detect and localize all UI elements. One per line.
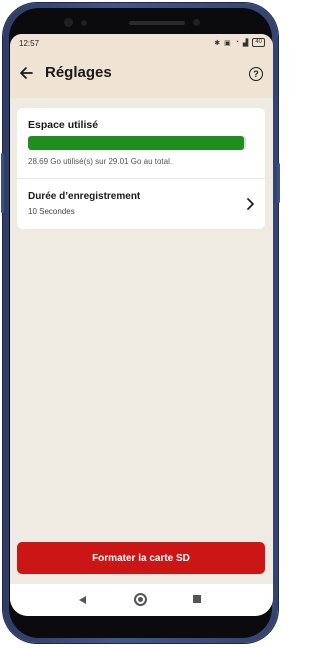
- nav-recent-icon[interactable]: [193, 595, 201, 603]
- status-time: 12:57: [19, 39, 40, 48]
- recording-duration-row[interactable]: Durée d’enregistrement 10 Secondes: [17, 180, 265, 228]
- bluetooth-icon: ✱: [214, 39, 221, 47]
- chevron-right-icon: [247, 198, 254, 210]
- page-title: Réglages: [45, 64, 112, 81]
- nav-home-icon[interactable]: [134, 593, 147, 606]
- battery-level: 40: [255, 39, 262, 45]
- recording-duration-value: 10 Secondes: [28, 207, 75, 216]
- app-header: 12:57 ✱ ▣ ◔ ▟ 40 Réglages ?: [10, 34, 273, 98]
- storage-usage-text: 28.69 Go utilisé(s) sur 29.01 Go au tota…: [28, 157, 173, 166]
- android-nav-bar: [10, 584, 273, 616]
- settings-card: Espace utilisé 28.69 Go utilisé(s) sur 2…: [17, 108, 265, 229]
- nav-back-icon[interactable]: [79, 596, 86, 604]
- storage-progress-fill: [28, 136, 244, 150]
- format-sd-card-button[interactable]: Formater la carte SD: [17, 542, 265, 574]
- alarm-icon: ▣: [224, 39, 231, 47]
- help-icon[interactable]: ?: [249, 67, 263, 81]
- earpiece-speaker: [129, 21, 185, 25]
- status-icons: ✱ ▣ ◔ ▟ 40: [214, 38, 265, 47]
- recording-duration-label: Durée d’enregistrement: [28, 191, 141, 202]
- divider: [17, 178, 265, 179]
- sensor-icon: [81, 20, 87, 26]
- selfie-camera-icon: [193, 19, 200, 26]
- storage-progress-bar: [28, 136, 246, 150]
- volume-button: [1, 153, 4, 213]
- wifi-icon: ◔: [234, 39, 239, 46]
- storage-label: Espace utilisé: [28, 119, 99, 131]
- app-screen: 12:57 ✱ ▣ ◔ ▟ 40 Réglages ? Espace utili…: [10, 34, 273, 616]
- power-button: [277, 163, 280, 203]
- signal-icon: ▟: [242, 39, 249, 47]
- back-arrow-icon[interactable]: [18, 65, 34, 81]
- battery-icon: 40: [252, 38, 265, 47]
- front-camera-icon: [64, 18, 73, 27]
